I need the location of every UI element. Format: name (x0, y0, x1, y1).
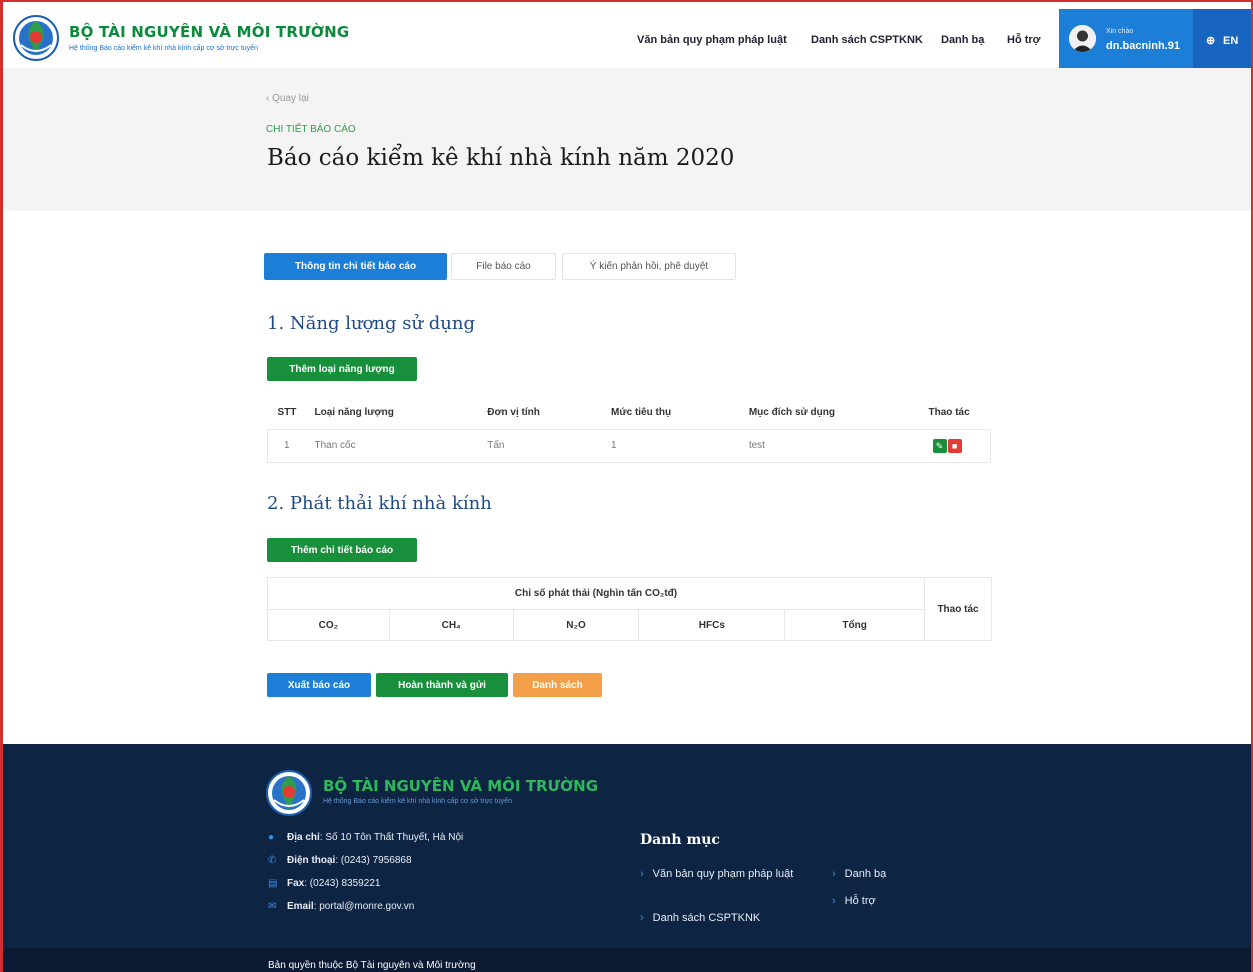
col-co2: CO₂ (267, 609, 390, 641)
brand-subtitle: Hệ thống Báo cáo kiểm kê khí nhà kính cấ… (69, 45, 258, 52)
nav-legal-docs[interactable]: Văn bản quy phạm pháp luật (637, 34, 787, 46)
greeting-label: Xin chào (1106, 28, 1134, 35)
footer-phone: ✆ Điện thoại: (0243) 7956868 (268, 855, 412, 866)
footer-link-label: Văn bản quy phạm pháp luật (652, 868, 794, 880)
fax-value: (0243) 8359221 (309, 878, 381, 889)
nav-support[interactable]: Hỗ trợ (1007, 34, 1040, 46)
col-ch4: CH₄ (388, 609, 514, 641)
footer-link-support[interactable]: › Hỗ trợ (832, 892, 876, 910)
globe-icon: ⊕ (1206, 35, 1216, 47)
user-menu[interactable]: Xin chào dn.bacninh.91 (1059, 9, 1193, 69)
brand-title[interactable]: BỘ TÀI NGUYÊN VÀ MÔI TRƯỜNG (69, 23, 349, 41)
fax-icon: ▤ (268, 878, 278, 889)
edit-icon[interactable]: ✎ (932, 438, 947, 453)
chevron-right-icon: › (640, 868, 644, 880)
col-n2o: N₂O (512, 609, 640, 641)
page-hero: ‹ Quay lại CHI TIẾT BÁO CÁO Báo cáo kiểm… (3, 68, 1251, 211)
col-total: Tổng (784, 609, 926, 641)
footer-copyright-bar: Bản quyền thuộc Bộ Tài nguyên và Môi trư… (3, 948, 1251, 972)
cell-unit: Tấn (477, 429, 602, 463)
location-icon: ● (268, 832, 275, 843)
delete-icon[interactable]: ■ (947, 438, 962, 453)
email-value: portal@monre.gov.vn (319, 901, 415, 912)
export-report-button[interactable]: Xuất báo cáo (267, 673, 371, 697)
fax-label: Fax (287, 878, 305, 889)
footer-brand-subtitle: Hệ thống Báo cáo kiểm kê khí nhà kính cấ… (323, 798, 512, 805)
list-button[interactable]: Danh sách (513, 673, 602, 697)
footer-address: ● Địa chỉ: Số 10 Tôn Thất Thuyết, Hà Nội (268, 832, 464, 843)
tab-report-files[interactable]: File báo cáo (451, 253, 556, 280)
nav-directory[interactable]: Danh bạ (941, 34, 984, 46)
add-report-detail-button[interactable]: Thêm chi tiết báo cáo (267, 538, 417, 562)
section-energy-title: 1. Năng lượng sử dụng (267, 313, 476, 334)
tab-feedback-approval[interactable]: Ý kiến phản hồi, phê duyệt (562, 253, 736, 280)
username: dn.bacninh.91 (1106, 40, 1180, 52)
col-emission-actions: Thao tác (924, 577, 992, 641)
chevron-right-icon: › (832, 868, 836, 880)
tab-report-details[interactable]: Thông tin chi tiết báo cáo (264, 253, 447, 280)
phone-label: Điện thoại (287, 855, 336, 866)
back-link[interactable]: ‹ Quay lại (266, 93, 309, 104)
col-actions: Thao tác (922, 397, 991, 430)
col-hfcs: HFCs (638, 609, 786, 641)
copyright-text: Bản quyền thuộc Bộ Tài nguyên và Môi trư… (268, 960, 476, 971)
phone-icon: ✆ (268, 855, 277, 866)
table-row: 1 Than cốc Tấn 1 test ✎ ■ (267, 429, 991, 463)
energy-table: STT Loại năng lượng Đơn vị tính Mức tiêu… (267, 397, 991, 463)
col-unit: Đơn vị tính (477, 397, 602, 430)
footer-fax: ▤ Fax: (0243) 8359221 (268, 878, 381, 889)
chevron-right-icon: › (832, 895, 836, 907)
phone-value: (0243) 7956868 (340, 855, 412, 866)
footer-link-directory[interactable]: › Danh bạ (832, 865, 886, 883)
cell-purpose: test (738, 429, 923, 463)
avatar (1069, 25, 1096, 52)
footer-link-cspt-list[interactable]: › Danh sách CSPTKNK (640, 909, 760, 927)
emission-index-header: Chỉ số phát thải (Nghìn tấn CO₂tđ) (266, 577, 926, 610)
footer-link-label: Danh bạ (844, 868, 887, 880)
cell-actions: ✎ ■ (922, 429, 991, 463)
footer-link-label: Hỗ trợ (844, 895, 876, 907)
language-label: EN (1223, 35, 1239, 47)
footer-brand-title: BỘ TÀI NGUYÊN VÀ MÔI TRƯỜNG (323, 777, 599, 795)
footer-logo-icon (266, 770, 312, 816)
add-energy-type-button[interactable]: Thêm loại năng lượng (267, 357, 417, 381)
col-energy-type: Loại năng lượng (304, 397, 478, 430)
mail-icon: ✉ (268, 901, 277, 912)
top-header: BỘ TÀI NGUYÊN VÀ MÔI TRƯỜNG Hệ thống Báo… (3, 2, 1251, 69)
email-label: Email (287, 901, 314, 912)
footer-link-legal-docs[interactable]: › Văn bản quy phạm pháp luật (640, 865, 810, 883)
complete-and-send-button[interactable]: Hoàn thành và gửi (376, 673, 508, 697)
page-eyebrow: CHI TIẾT BÁO CÁO (266, 124, 356, 135)
footer-email: ✉ Email: portal@monre.gov.vn (268, 901, 415, 912)
footer: BỘ TÀI NGUYÊN VÀ MÔI TRƯỜNG Hệ thống Báo… (3, 744, 1251, 948)
col-purpose: Mục đích sử dụng (738, 397, 923, 430)
col-consumption: Mức tiêu thụ (601, 397, 739, 430)
cell-consumption: 1 (601, 429, 739, 463)
address-label: Địa chỉ (287, 832, 320, 843)
section-emissions-title: 2. Phát thải khí nhà kính (267, 493, 492, 514)
emissions-table: Chỉ số phát thải (Nghìn tấn CO₂tđ) Thao … (266, 577, 992, 641)
cell-energy-type: Than cốc (304, 429, 478, 463)
page-frame: BỘ TÀI NGUYÊN VÀ MÔI TRƯỜNG Hệ thống Báo… (0, 0, 1253, 972)
address-value: Số 10 Tôn Thất Thuyết, Hà Nội (325, 832, 464, 843)
ministry-logo-icon[interactable] (13, 15, 59, 61)
footer-menu-title: Danh mục (640, 832, 720, 848)
col-stt: STT (267, 397, 305, 430)
nav-cspt-list[interactable]: Danh sách CSPTKNK (811, 34, 923, 46)
footer-link-label: Danh sách CSPTKNK (652, 912, 761, 924)
cell-stt: 1 (267, 429, 305, 463)
page-title: Báo cáo kiểm kê khí nhà kính năm 2020 (267, 145, 735, 171)
user-avatar-icon (1069, 25, 1096, 52)
chevron-right-icon: › (640, 912, 644, 924)
language-switch[interactable]: ⊕ EN (1193, 9, 1251, 69)
